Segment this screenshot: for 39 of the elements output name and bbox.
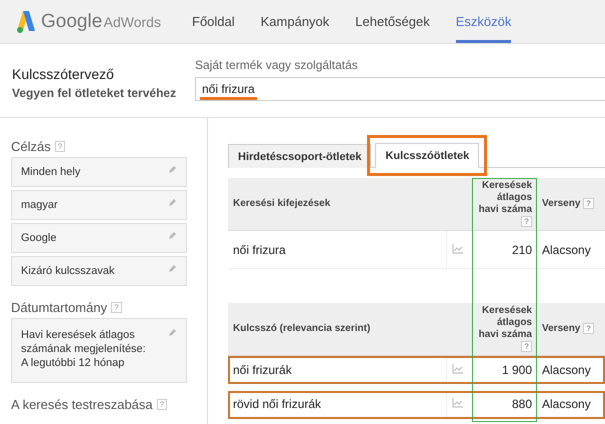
competition-value: Alacsony bbox=[542, 242, 591, 256]
logo-icon bbox=[17, 10, 35, 32]
setting-item[interactable]: Minden hely bbox=[11, 157, 187, 187]
nav-tab[interactable]: Lehetőségek bbox=[355, 0, 430, 43]
trend-chart-icon[interactable] bbox=[452, 364, 462, 374]
page-subtitle: Vegyen fel ötleteket tervéhez bbox=[12, 86, 178, 100]
column-header[interactable]: Verseny ? bbox=[542, 198, 600, 210]
section-title: Célzás bbox=[11, 139, 51, 154]
setting-item[interactable]: Havi keresések átlagos számának megjelenítése: A legutóbbi 12 hónap bbox=[11, 318, 187, 383]
pencil-icon[interactable] bbox=[168, 264, 177, 273]
nav-tab[interactable]: Főoldal bbox=[192, 0, 235, 43]
column-header[interactable]: Verseny ? bbox=[542, 323, 600, 335]
trend-chart-icon[interactable] bbox=[452, 244, 462, 254]
nav-tab[interactable]: Eszközök bbox=[456, 0, 512, 43]
competition-value: Alacsony bbox=[542, 397, 591, 412]
pencil-icon[interactable] bbox=[168, 231, 177, 240]
searches-value: 210 bbox=[512, 242, 532, 256]
logo-brand: Google bbox=[41, 10, 102, 32]
searches-value: 880 bbox=[512, 397, 532, 412]
section-title: Dátumtartomány bbox=[11, 300, 108, 315]
pencil-icon[interactable] bbox=[168, 165, 177, 174]
trend-chart-icon[interactable] bbox=[452, 398, 462, 408]
keyword-text: rövid női frizurák bbox=[233, 397, 322, 412]
setting-item[interactable]: Kizáró kulcsszavak bbox=[11, 256, 187, 286]
setting-item[interactable]: Google bbox=[11, 223, 187, 253]
keyword-text: női frizurák bbox=[233, 362, 292, 376]
field-label: Saját termék vagy szolgáltatás bbox=[195, 58, 359, 72]
nav-tab[interactable]: Kampányok bbox=[260, 0, 330, 43]
section-title: A keresés testreszabása bbox=[11, 397, 153, 412]
searches-value: 1 900 bbox=[502, 362, 532, 376]
setting-item[interactable]: magyar bbox=[11, 190, 187, 220]
logo-product: AdWords bbox=[104, 14, 161, 30]
page-title: Kulcsszótervező bbox=[12, 66, 115, 82]
pencil-icon[interactable] bbox=[168, 198, 177, 207]
pencil-icon[interactable] bbox=[168, 328, 177, 337]
product-input-field[interactable]: női frizura bbox=[195, 77, 605, 101]
tab[interactable]: Hirdetéscsoport-ötletek bbox=[228, 144, 372, 168]
keyword-text: női frizura bbox=[233, 242, 286, 256]
competition-value: Alacsony bbox=[542, 362, 591, 376]
